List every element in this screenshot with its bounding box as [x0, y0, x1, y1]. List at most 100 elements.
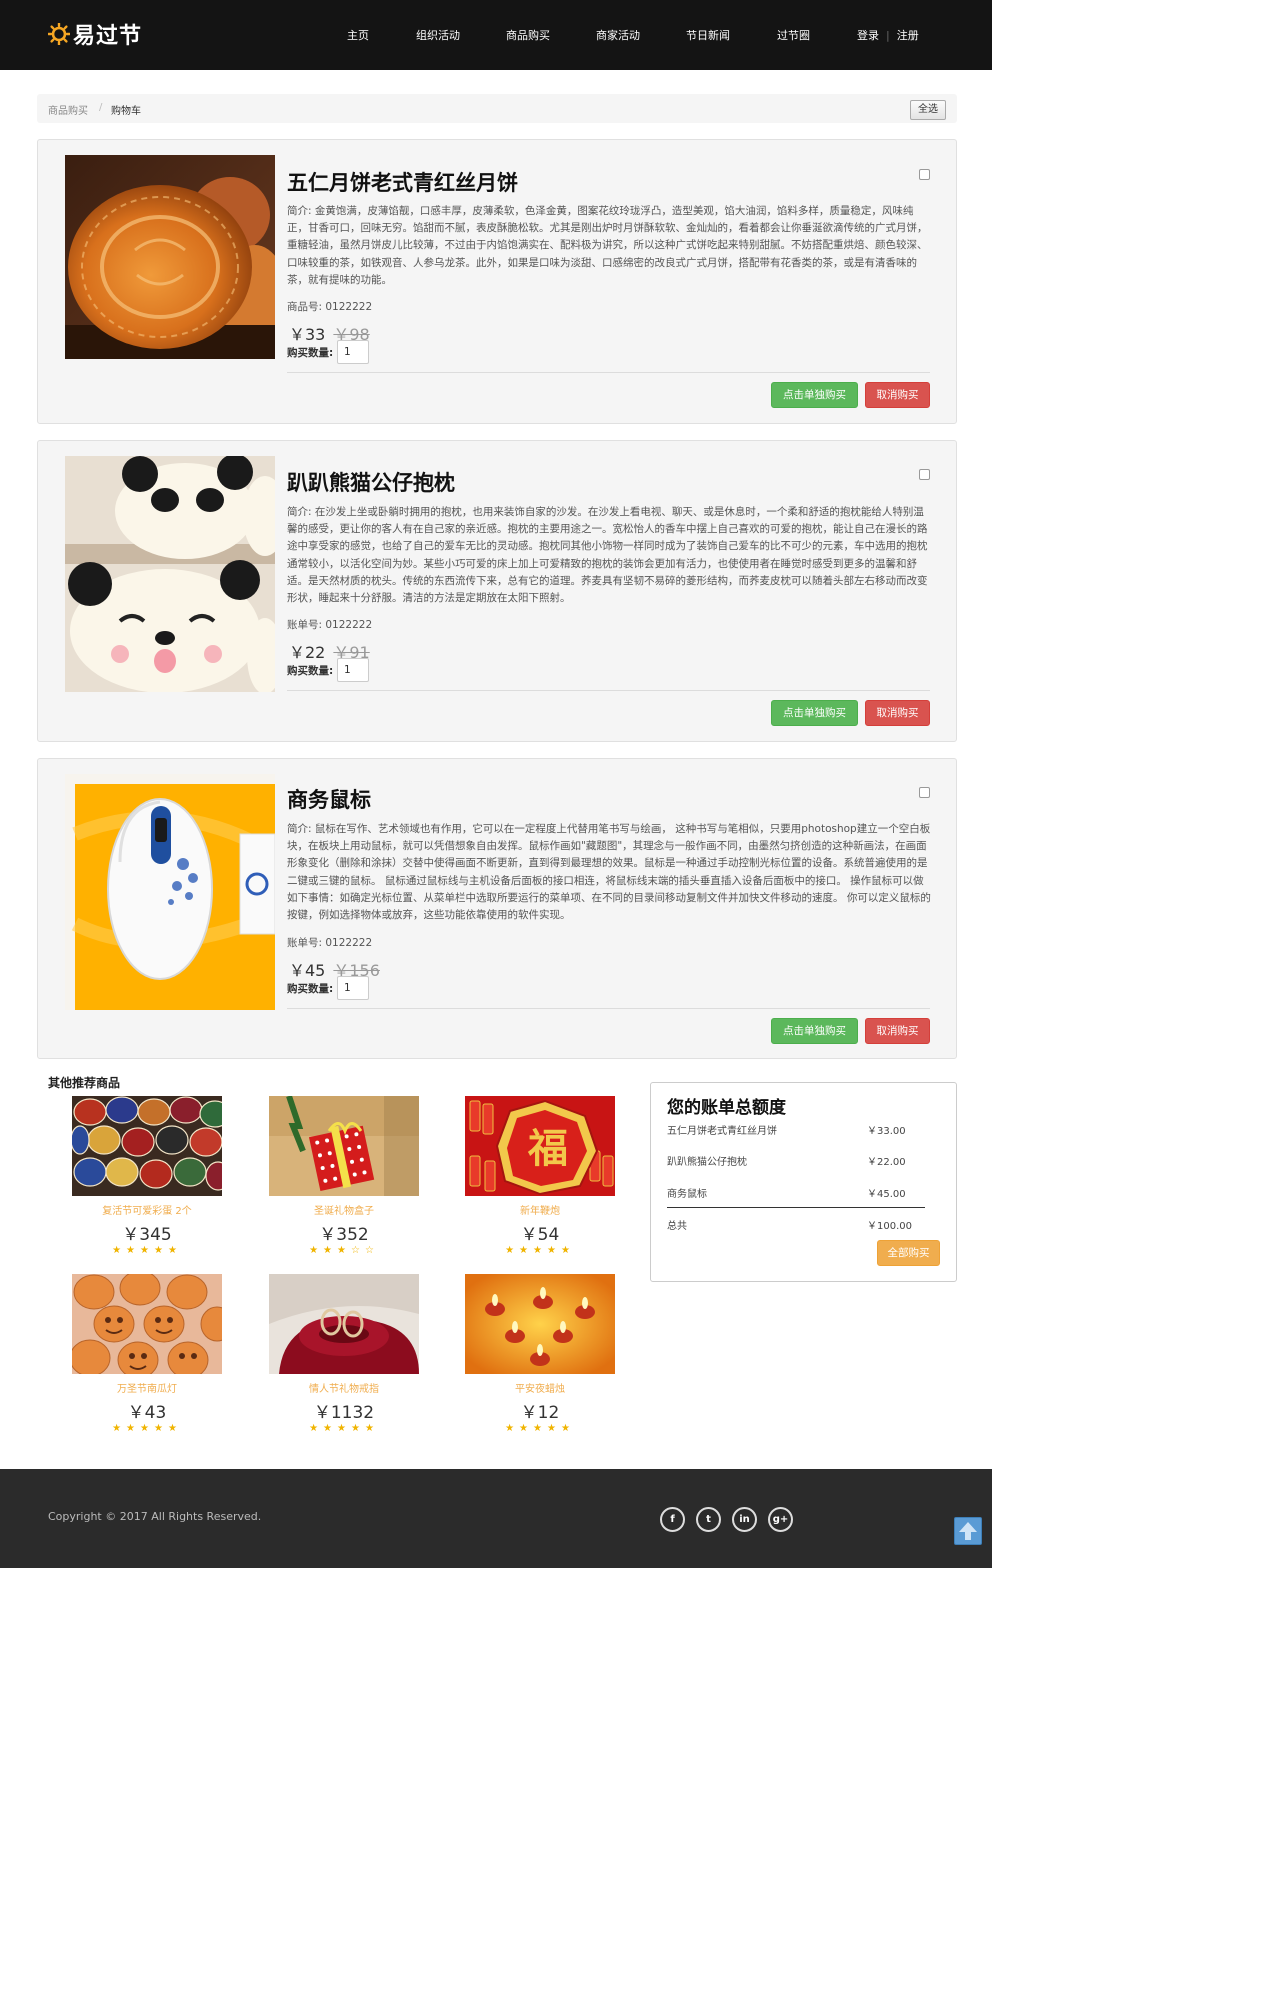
recommend-item[interactable]: 复活节可爱彩蛋 2个 ￥345 ★★★★★: [72, 1096, 222, 1256]
rating-stars: ★★★★★: [505, 1423, 575, 1434]
footer: Copyright © 2017 All Rights Reserved. f …: [0, 1469, 992, 1568]
bill-item-name: 商务鼠标: [667, 1189, 707, 1200]
top-header: 易过节 主页 组织活动 商品购买 商家活动 节日新闻 过节圈 登录 | 注册: [0, 0, 992, 70]
recommend-name[interactable]: 平安夜蜡烛: [465, 1380, 615, 1395]
recommend-name[interactable]: 复活节可爱彩蛋 2个: [72, 1202, 222, 1217]
auth-separator: |: [886, 29, 890, 42]
product-number: 商品号: 0122222: [287, 301, 373, 313]
recommend-price: ￥345: [122, 1225, 172, 1245]
bill-total-amount: ￥100.00: [867, 1221, 912, 1232]
facebook-icon[interactable]: f: [660, 1507, 685, 1532]
nav-holiday-news[interactable]: 节日新闻: [686, 27, 730, 43]
auth-links: 登录 | 注册: [857, 27, 919, 43]
bill-row: 趴趴熊猫公仔抱枕 ￥22.00: [667, 1153, 925, 1168]
cancel-purchase-button[interactable]: 取消购买: [865, 700, 930, 726]
linkedin-icon[interactable]: in: [732, 1507, 757, 1532]
nav-home[interactable]: 主页: [347, 27, 369, 43]
quantity-input[interactable]: 1: [337, 658, 369, 682]
rating-stars: ★★★★★: [309, 1423, 379, 1434]
product-description: 简介: 金黄饱满，皮薄馅靓，口感丰厚，皮薄柔软，色泽金黄，图案花纹玲珑浮凸，造型…: [287, 205, 928, 286]
bill-item-amount: ￥33.00: [867, 1126, 906, 1137]
login-link[interactable]: 登录: [857, 29, 879, 42]
back-to-top-button[interactable]: [954, 1517, 982, 1545]
product-title[interactable]: 商务鼠标: [287, 784, 371, 814]
product-title[interactable]: 趴趴熊猫公仔抱枕: [287, 467, 455, 497]
recommend-item[interactable]: 福 新年鞭炮 ￥54 ★★★★★: [465, 1096, 615, 1256]
image-pumpkin-lanterns[interactable]: [72, 1274, 222, 1374]
recommend-price: ￥352: [319, 1225, 369, 1245]
rating-stars: ★★★☆☆: [309, 1245, 379, 1256]
recommend-title: 其他推荐商品: [48, 1076, 121, 1090]
svg-text:福: 福: [527, 1126, 568, 1172]
image-firecrackers[interactable]: 福: [465, 1096, 615, 1196]
recommend-item[interactable]: 平安夜蜡烛 ￥12 ★★★★★: [465, 1274, 615, 1434]
image-candles[interactable]: [465, 1274, 615, 1374]
cart-item: 商务鼠标 简介: 鼠标在写作、艺术领域也有作用，它可以在一定程度上代替用笔书写与…: [37, 758, 957, 1059]
current-price: ￥22: [289, 643, 326, 662]
product-image-mouse[interactable]: [65, 774, 275, 1010]
quantity-input[interactable]: 1: [337, 976, 369, 1000]
breadcrumb-separator: /: [99, 102, 103, 113]
bill-total-row: 总共 ￥100.00: [667, 1217, 925, 1232]
quantity-input[interactable]: 1: [337, 340, 369, 364]
recommend-item[interactable]: 万圣节南瓜灯 ￥43 ★★★★★: [72, 1274, 222, 1434]
recommend-name[interactable]: 圣诞礼物盒子: [269, 1202, 419, 1217]
select-all-button[interactable]: 全选: [910, 100, 946, 120]
image-easter-eggs[interactable]: [72, 1096, 222, 1196]
buy-single-button[interactable]: 点击单独购买: [771, 700, 858, 726]
bill-item-amount: ￥45.00: [867, 1189, 906, 1200]
product-number: 账单号: 0122222: [287, 619, 373, 631]
twitter-icon[interactable]: t: [696, 1507, 721, 1532]
bill-total-label: 总共: [667, 1221, 687, 1232]
recommend-item[interactable]: 圣诞礼物盒子 ￥352 ★★★☆☆: [269, 1096, 419, 1256]
nav-shop[interactable]: 商品购买: [506, 27, 550, 43]
product-description: 简介: 鼠标在写作、艺术领域也有作用，它可以在一定程度上代替用笔书写与绘画， 这…: [287, 823, 931, 922]
sun-icon: [48, 23, 70, 45]
recommend-price: ￥1132: [313, 1403, 375, 1423]
cart-item: 五仁月饼老式青红丝月饼 简介: 金黄饱满，皮薄馅靓，口感丰厚，皮薄柔软，色泽金黄…: [37, 139, 957, 424]
bill-summary-panel: 您的账单总额度 五仁月饼老式青红丝月饼 ￥33.00 趴趴熊猫公仔抱枕 ￥22.00…: [650, 1082, 957, 1282]
recommend-name[interactable]: 新年鞭炮: [465, 1202, 615, 1217]
buy-single-button[interactable]: 点击单独购买: [771, 382, 858, 408]
select-checkbox[interactable]: [919, 169, 930, 180]
nav-holiday-circle[interactable]: 过节圈: [777, 27, 810, 43]
current-price: ￥45: [289, 961, 326, 980]
recommend-item[interactable]: 情人节礼物戒指 ￥1132 ★★★★★: [269, 1274, 419, 1434]
quantity-label: 购买数量:: [287, 347, 334, 359]
buy-all-button[interactable]: 全部购买: [877, 1240, 940, 1266]
recommend-name[interactable]: 万圣节南瓜灯: [72, 1380, 222, 1395]
divider: [287, 372, 930, 373]
arrow-up-icon: [959, 1522, 977, 1540]
divider: [287, 690, 930, 691]
current-price: ￥33: [289, 325, 326, 344]
product-image-panda-pillow[interactable]: [65, 456, 275, 692]
bill-divider: [667, 1207, 925, 1208]
select-checkbox[interactable]: [919, 787, 930, 798]
image-ring-box[interactable]: [269, 1274, 419, 1374]
bill-row: 商务鼠标 ￥45.00: [667, 1185, 925, 1200]
breadcrumb-parent[interactable]: 商品购买: [48, 102, 88, 117]
product-title[interactable]: 五仁月饼老式青红丝月饼: [287, 167, 518, 197]
select-checkbox[interactable]: [919, 469, 930, 480]
product-image-mooncake[interactable]: [65, 155, 275, 359]
brand-name: 易过节: [73, 24, 143, 49]
rating-stars: ★★★★★: [112, 1423, 182, 1434]
register-link[interactable]: 注册: [897, 29, 919, 42]
nav-organize-activities[interactable]: 组织活动: [416, 27, 460, 43]
rating-stars: ★★★★★: [112, 1245, 182, 1256]
bill-row: 五仁月饼老式青红丝月饼 ￥33.00: [667, 1122, 925, 1137]
recommend-price: ￥12: [520, 1403, 560, 1423]
bill-item-name: 趴趴熊猫公仔抱枕: [667, 1157, 747, 1168]
bill-title: 您的账单总额度: [667, 1098, 786, 1118]
nav-merchant-activities[interactable]: 商家活动: [596, 27, 640, 43]
quantity-label: 购买数量:: [287, 983, 334, 995]
brand-logo[interactable]: 易过节: [48, 18, 142, 50]
recommend-name[interactable]: 情人节礼物戒指: [269, 1380, 419, 1395]
cancel-purchase-button[interactable]: 取消购买: [865, 382, 930, 408]
bill-item-name: 五仁月饼老式青红丝月饼: [667, 1126, 777, 1137]
image-christmas-gift[interactable]: [269, 1096, 419, 1196]
cancel-purchase-button[interactable]: 取消购买: [865, 1018, 930, 1044]
google-plus-icon[interactable]: g+: [768, 1507, 793, 1532]
buy-single-button[interactable]: 点击单独购买: [771, 1018, 858, 1044]
quantity-label: 购买数量:: [287, 665, 334, 677]
